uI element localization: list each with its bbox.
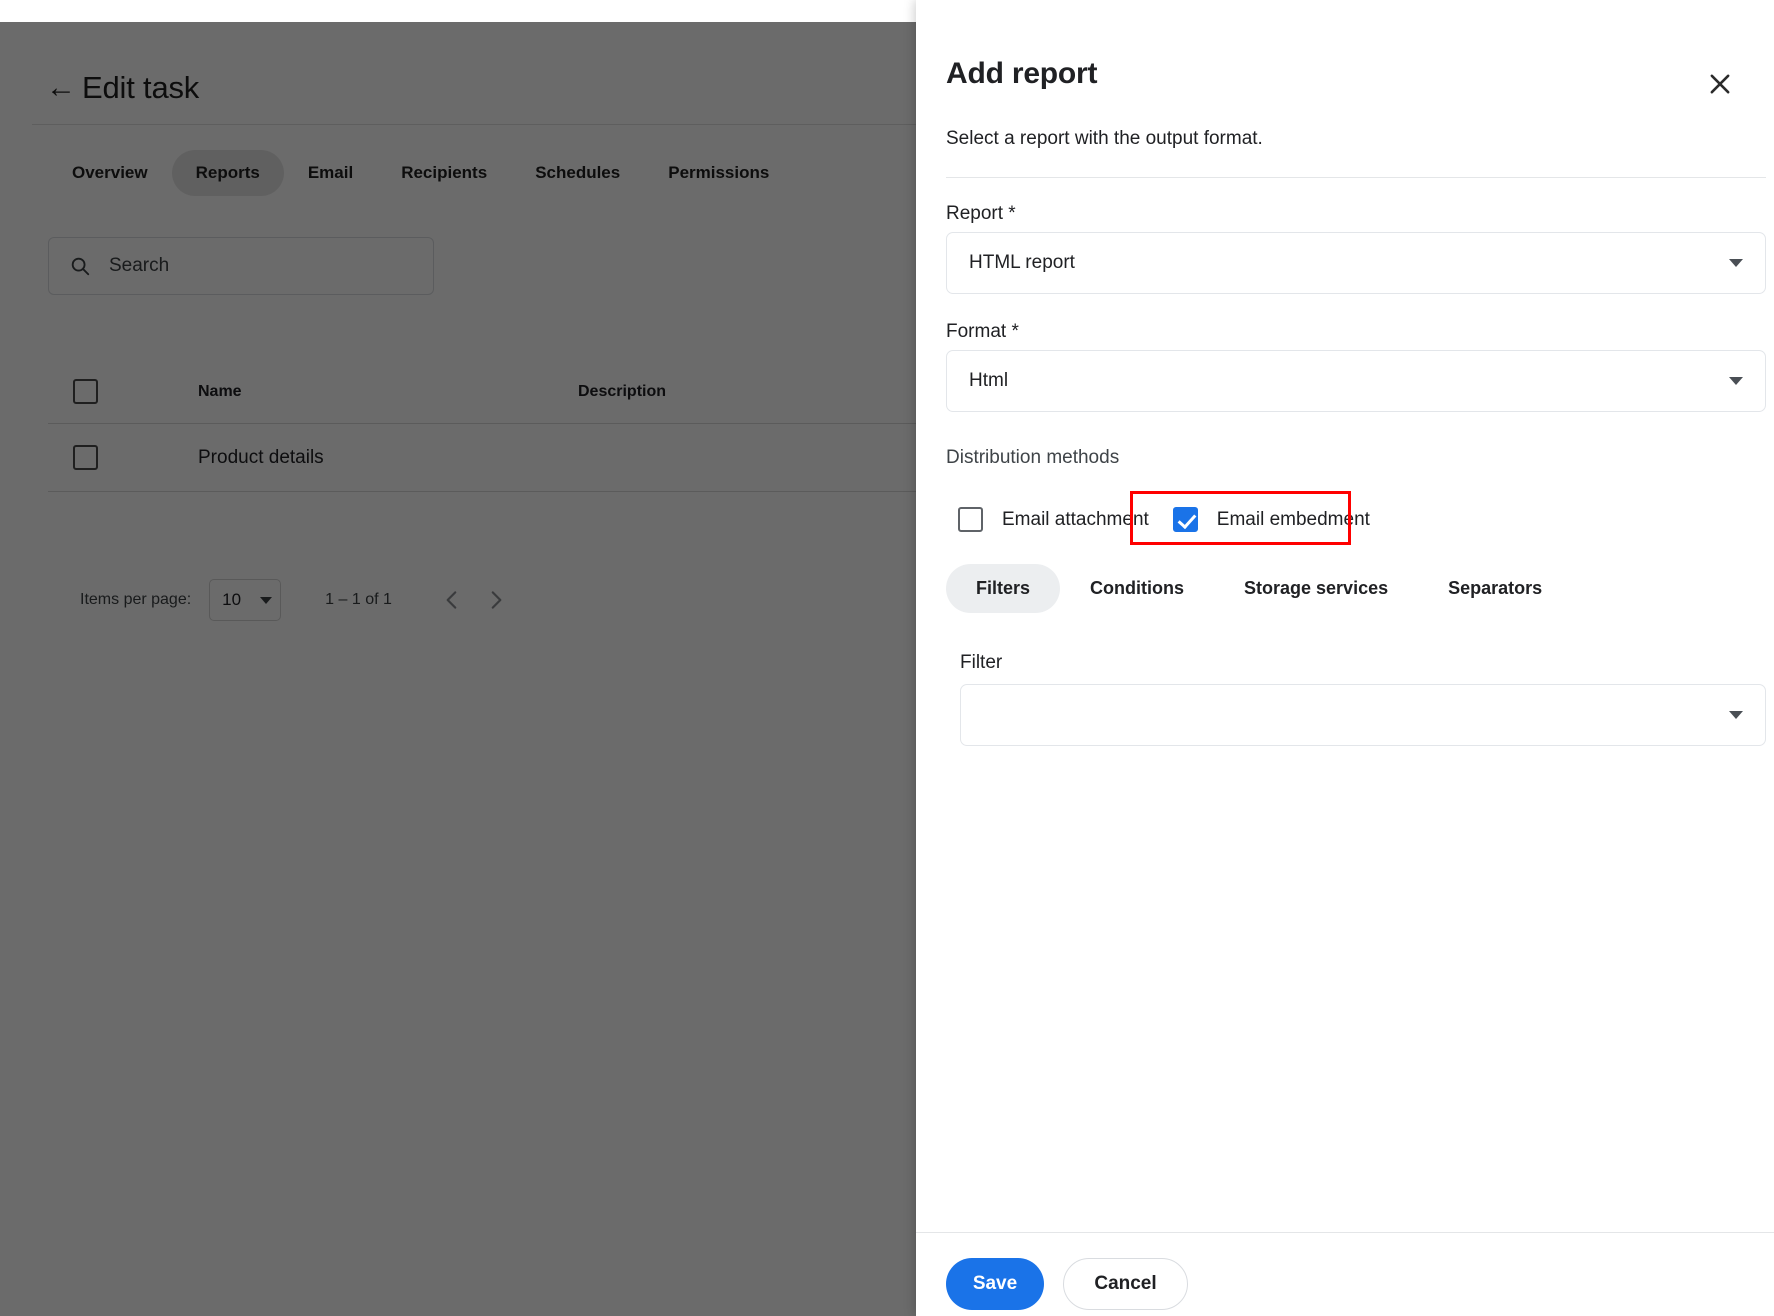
- filter-field-label: Filter: [960, 652, 1002, 674]
- email-embedment-label: Email embedment: [1217, 509, 1370, 531]
- format-select-value: Html: [969, 370, 1008, 392]
- checkbox-box-checked: [1173, 507, 1198, 532]
- checkbox-box: [958, 507, 983, 532]
- format-select[interactable]: Html: [946, 350, 1766, 412]
- add-report-drawer: Add report Select a report with the outp…: [916, 0, 1774, 1316]
- drawer-subtitle: Select a report with the output format.: [946, 128, 1263, 150]
- email-embedment-checkbox[interactable]: Email embedment: [1161, 497, 1382, 542]
- report-select[interactable]: HTML report: [946, 232, 1766, 294]
- report-select-value: HTML report: [969, 252, 1075, 274]
- drawer-footer-divider: [916, 1232, 1774, 1233]
- drawer-tabs: Filters Conditions Storage services Sepa…: [946, 564, 1572, 613]
- drawer-header-divider: [946, 177, 1766, 178]
- save-button[interactable]: Save: [946, 1258, 1044, 1310]
- email-attachment-checkbox[interactable]: Email attachment: [946, 497, 1161, 542]
- chevron-down-icon: [1729, 711, 1743, 719]
- close-icon[interactable]: [1694, 58, 1746, 110]
- chevron-down-icon: [1729, 377, 1743, 385]
- drawer-title: Add report: [946, 57, 1097, 91]
- drawer-actions: Save Cancel: [946, 1258, 1188, 1310]
- chevron-down-icon: [1729, 259, 1743, 267]
- report-field-label: Report *: [946, 203, 1016, 225]
- modal-scrim[interactable]: [0, 22, 916, 1316]
- distribution-methods-label: Distribution methods: [946, 447, 1119, 469]
- cancel-button[interactable]: Cancel: [1063, 1258, 1188, 1310]
- tab-conditions[interactable]: Conditions: [1060, 564, 1214, 613]
- format-field-label: Format *: [946, 321, 1019, 343]
- tab-storage-services[interactable]: Storage services: [1214, 564, 1418, 613]
- distribution-methods-group: Email attachment Email embedment: [946, 497, 1382, 542]
- email-attachment-label: Email attachment: [1002, 509, 1149, 531]
- tab-filters[interactable]: Filters: [946, 564, 1060, 613]
- screen: ← Edit task Overview Reports Email Recip…: [0, 0, 1774, 1316]
- filter-select[interactable]: [960, 684, 1766, 746]
- tab-separators[interactable]: Separators: [1418, 564, 1572, 613]
